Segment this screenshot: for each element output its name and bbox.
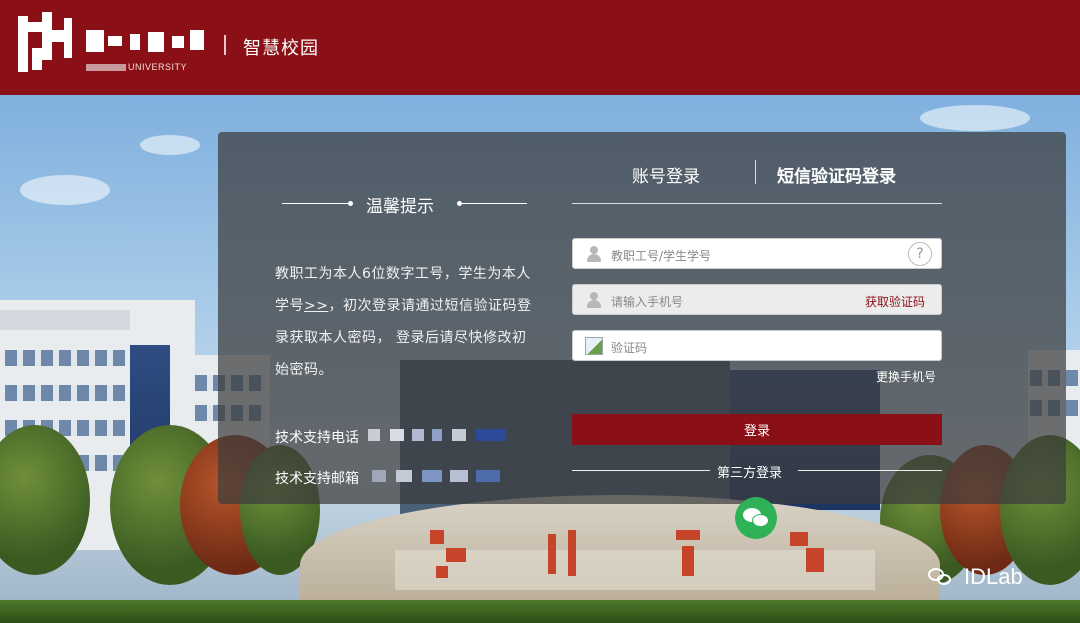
captcha-input[interactable]: 验证码: [572, 330, 942, 361]
login-button[interactable]: 登录: [572, 414, 942, 445]
tab-separator: [755, 160, 756, 184]
wechat-outline-icon: [928, 566, 954, 588]
support-phone-label: 技术支持电话: [275, 430, 359, 446]
get-code-button[interactable]: 获取验证码: [865, 293, 925, 310]
support-phone-value: [368, 429, 513, 443]
wechat-icon[interactable]: [735, 497, 777, 539]
user-icon: [586, 246, 602, 262]
site-title: 智慧校园: [243, 38, 319, 59]
tabs-underline: [572, 203, 942, 204]
university-logo-icon[interactable]: [12, 12, 76, 76]
captcha-image-icon[interactable]: [585, 337, 603, 355]
change-phone-link[interactable]: 更换手机号: [876, 368, 936, 385]
support-email-value: [372, 470, 512, 484]
help-icon[interactable]: ?: [908, 242, 932, 266]
third-party-label: 第三方登录: [717, 466, 783, 481]
header-divider: [224, 35, 226, 55]
user-icon: [586, 292, 602, 308]
third-party-login-divider: 第三方登录: [572, 462, 942, 481]
watermark-text: IDLab: [964, 564, 1023, 589]
captcha-placeholder: 验证码: [611, 341, 648, 355]
account-placeholder: 教职工号/学生学号: [611, 249, 712, 263]
phone-placeholder: 请输入手机号: [611, 295, 684, 309]
site-header: UNIVERSITY 智慧校园: [0, 0, 1080, 95]
student-id-link[interactable]: >>: [304, 298, 328, 314]
support-email-label: 技术支持邮箱: [275, 471, 359, 487]
tab-account-login[interactable]: 账号登录: [632, 162, 700, 187]
logo-subtitle: UNIVERSITY: [86, 62, 187, 72]
university-name-logo: [86, 28, 206, 54]
login-tabs: 账号登录 短信验证码登录: [572, 158, 942, 188]
tab-sms-login[interactable]: 短信验证码登录: [777, 162, 896, 187]
tips-heading: 温馨提示: [282, 192, 527, 217]
watermark: IDLab: [928, 562, 1058, 594]
tips-text: 教职工为本人6位数字工号，学生为本人学号>>，初次登录请通过短信验证码登录获取本…: [275, 266, 532, 378]
account-input[interactable]: 教职工号/学生学号 ?: [572, 238, 942, 269]
phone-input[interactable]: 请输入手机号 获取验证码: [572, 284, 942, 315]
